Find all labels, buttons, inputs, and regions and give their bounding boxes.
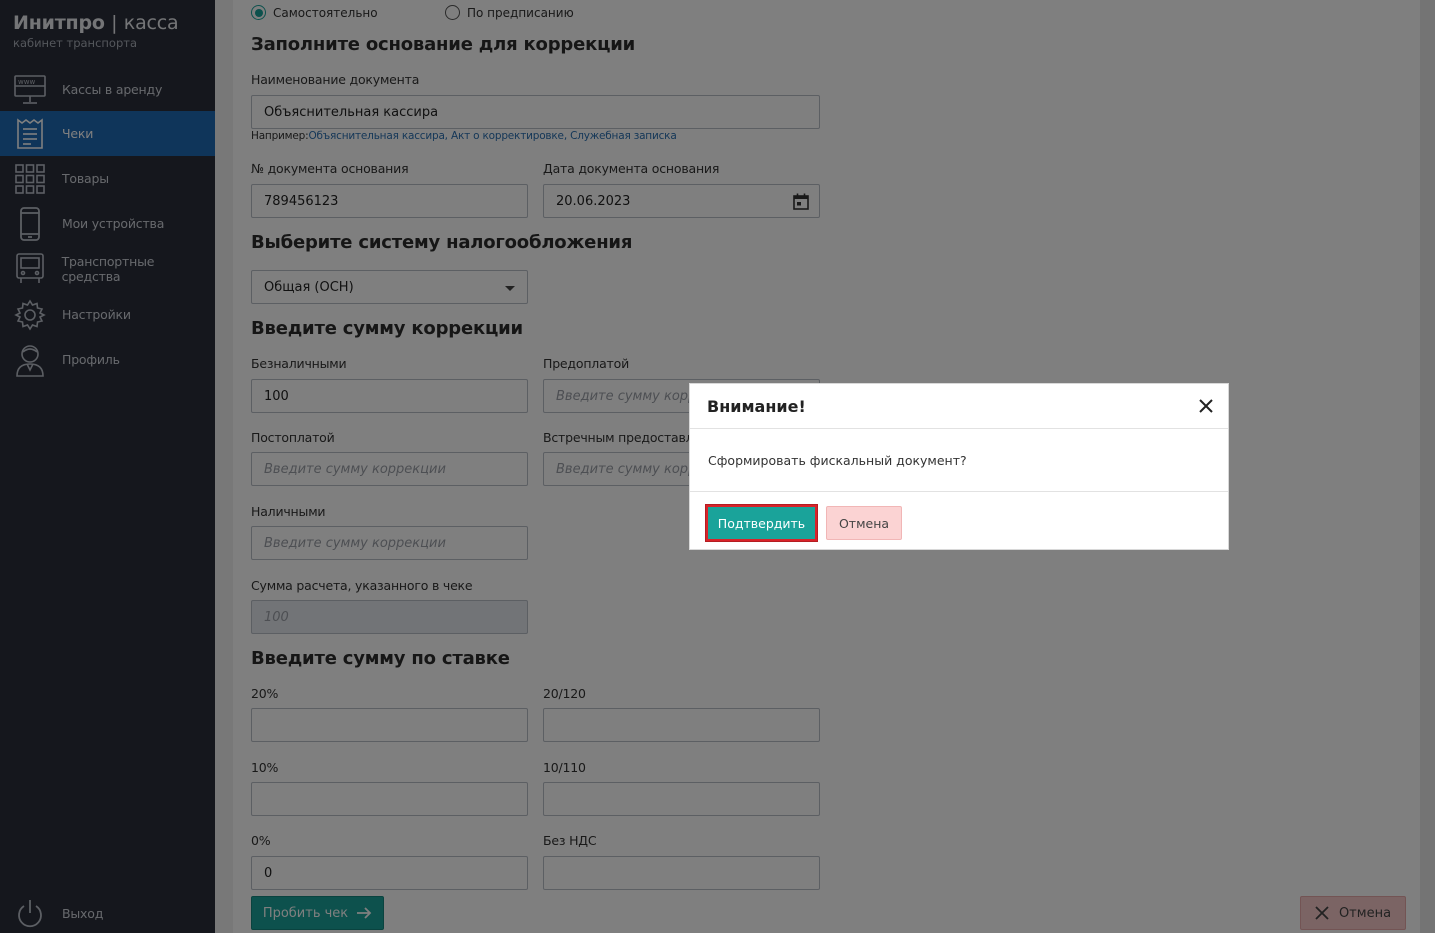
dialog-close-icon[interactable] bbox=[1196, 396, 1216, 416]
dialog-title: Внимание! bbox=[707, 396, 806, 416]
dialog-header: Внимание! bbox=[690, 384, 1228, 429]
dialog-message: Сформировать фискальный документ? bbox=[690, 429, 1228, 492]
dialog-footer: Подтвердить Отмена bbox=[690, 492, 1228, 549]
confirm-dialog: Внимание! Сформировать фискальный докуме… bbox=[689, 383, 1229, 550]
dialog-cancel-button[interactable]: Отмена bbox=[826, 506, 902, 540]
confirm-button[interactable]: Подтвердить bbox=[705, 504, 818, 542]
